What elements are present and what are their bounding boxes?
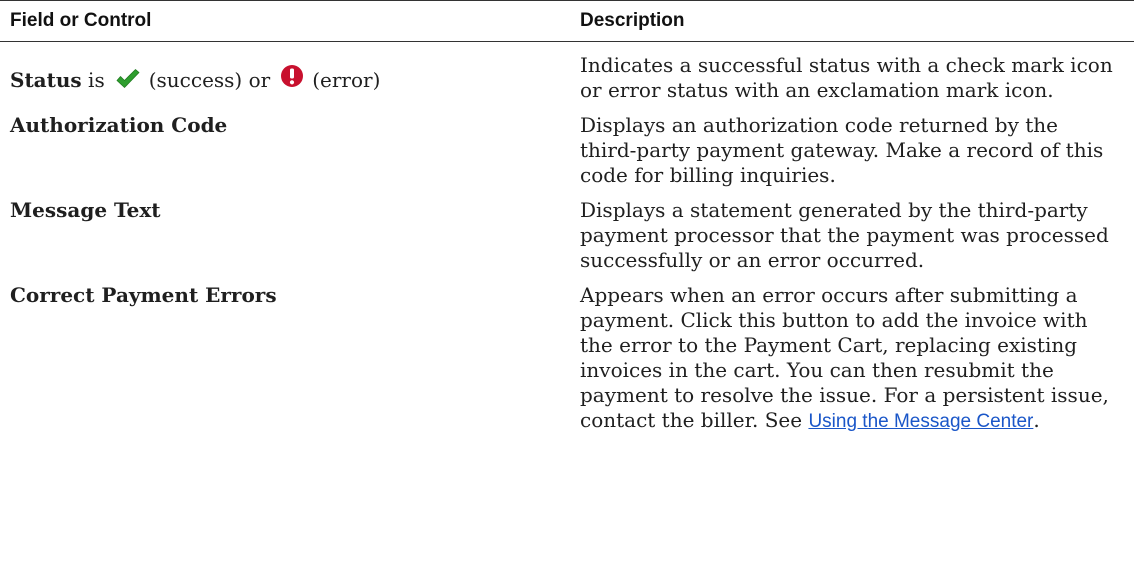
- field-name: Message Text: [10, 198, 161, 222]
- field-cell: Status is (success) or (error): [0, 42, 568, 107]
- table-row: Authorization Code Displays an authoriza…: [0, 106, 1134, 191]
- description-cell: Displays a statement generated by the th…: [580, 198, 1109, 272]
- description-cell: Indicates a successful status with a che…: [580, 53, 1113, 102]
- column-header-description: Description: [568, 0, 1134, 42]
- status-is-text: is: [81, 68, 105, 92]
- field-name: Correct Payment Errors: [10, 283, 277, 307]
- description-text: Appears when an error occurs after submi…: [580, 283, 1109, 432]
- field-cell: Correct Payment Errors: [0, 276, 568, 438]
- table-row: Message Text Displays a statement genera…: [0, 191, 1134, 276]
- exclamation-mark-icon: [280, 64, 304, 90]
- error-text: (error): [312, 68, 381, 92]
- success-text: (success) or: [148, 68, 271, 92]
- field-cell: Authorization Code: [0, 106, 568, 191]
- field-name: Status: [10, 68, 82, 92]
- check-mark-icon: [115, 68, 141, 90]
- using-message-center-link[interactable]: Using the Message Center: [808, 411, 1033, 432]
- field-cell: Message Text: [0, 191, 568, 276]
- description-cell: Displays an authorization code returned …: [580, 113, 1104, 187]
- table-row: Correct Payment Errors Appears when an e…: [0, 276, 1134, 438]
- table-header-row: Field or Control Description: [0, 0, 1134, 42]
- description-period: .: [1033, 408, 1040, 432]
- table-row: Status is (success) or (error) Indicates…: [0, 42, 1134, 107]
- column-header-field: Field or Control: [0, 0, 568, 42]
- field-name: Authorization Code: [10, 113, 228, 137]
- field-description-table: Field or Control Description Status is (…: [0, 0, 1134, 438]
- description-cell: Appears when an error occurs after submi…: [568, 276, 1134, 438]
